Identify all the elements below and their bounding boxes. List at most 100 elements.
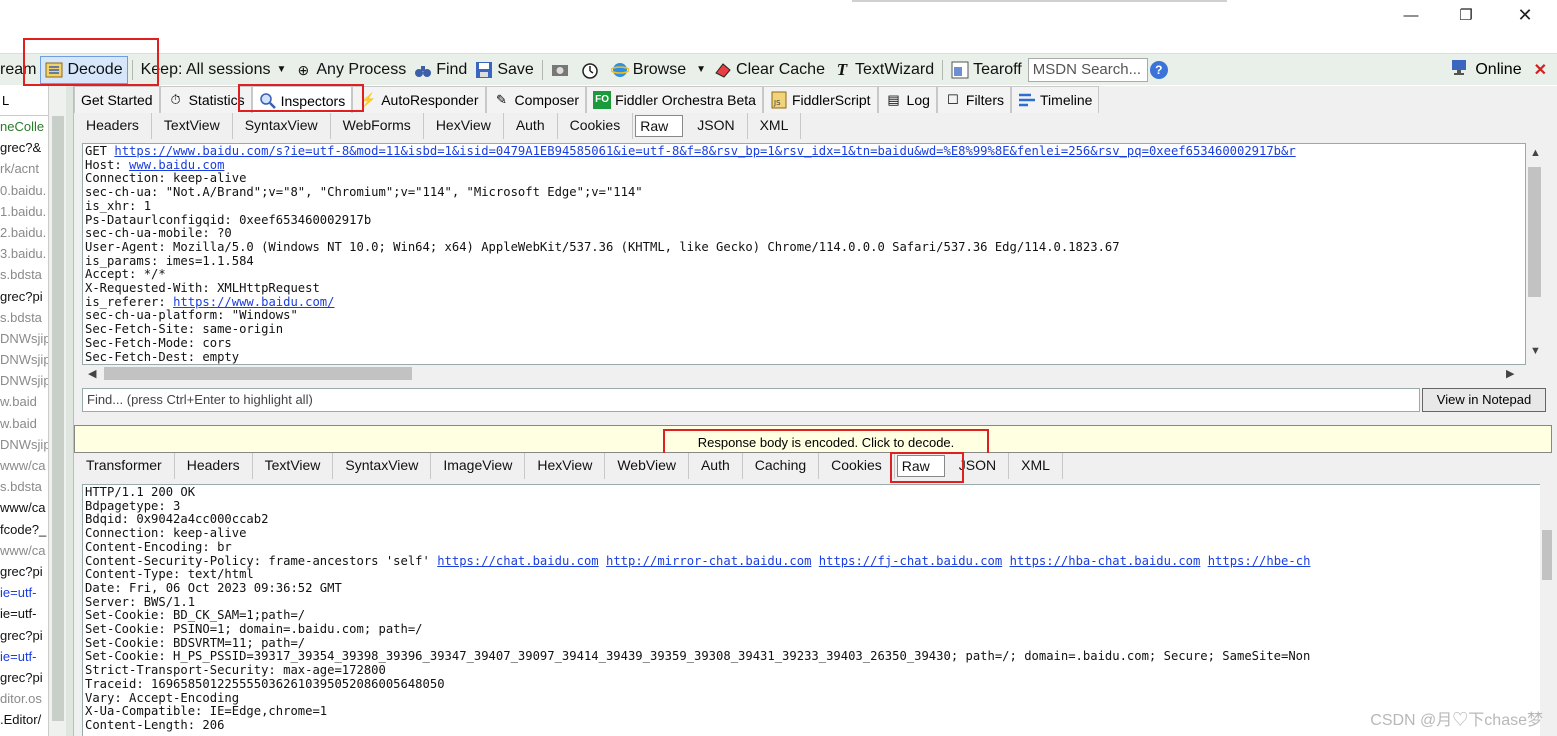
minimize-button[interactable]: — — [1388, 2, 1434, 28]
close-icon[interactable]: ✕ — [1534, 60, 1547, 80]
session-row[interactable]: DNWsjip — [0, 370, 48, 391]
session-row[interactable]: grec?pi — [0, 286, 48, 307]
response-tab-webview[interactable]: WebView — [605, 453, 689, 479]
request-tab-raw[interactable]: Raw — [635, 115, 684, 137]
tearoff-button[interactable]: Tearoff — [947, 56, 1026, 84]
scrollbar-thumb[interactable] — [1528, 167, 1541, 297]
host-link[interactable]: www.baidu.com — [129, 158, 224, 172]
find-button[interactable]: Find — [410, 56, 471, 84]
session-row[interactable]: neColle — [0, 116, 48, 137]
session-row[interactable]: DNWsjip — [0, 328, 48, 349]
tab-orchestra[interactable]: FO Fiddler Orchestra Beta — [586, 86, 763, 113]
msdn-search-input[interactable]: MSDN Search... — [1027, 57, 1148, 82]
chevron-right-icon[interactable]: ▶ — [1506, 367, 1514, 380]
online-status[interactable]: Online ✕ — [1451, 58, 1547, 81]
session-row[interactable]: ie=utf- — [0, 646, 48, 667]
tab-filters[interactable]: ☐ Filters — [936, 86, 1012, 113]
response-tab-caching[interactable]: Caching — [743, 453, 820, 479]
response-tab-headers[interactable]: Headers — [175, 453, 253, 479]
session-row[interactable]: grec?pi — [0, 561, 48, 582]
request-tab-hexview[interactable]: HexView — [424, 113, 504, 139]
any-process-button[interactable]: ⊕ Any Process — [290, 56, 410, 84]
session-row[interactable]: DNWsjip — [0, 349, 48, 370]
csp-link[interactable]: https://chat.baidu.com — [437, 554, 598, 568]
request-tab-xml[interactable]: XML — [748, 113, 802, 139]
browse-dropdown[interactable]: Browse ▼ — [607, 56, 710, 84]
session-row[interactable]: 0.baidu. — [0, 180, 48, 201]
session-row[interactable]: 1.baidu. — [0, 201, 48, 222]
csp-link[interactable]: http://mirror-chat.baidu.com — [606, 554, 811, 568]
session-row[interactable]: 3.baidu. — [0, 243, 48, 264]
session-row[interactable]: www/ca — [0, 497, 48, 518]
response-tab-auth[interactable]: Auth — [689, 453, 743, 479]
session-row[interactable]: w.baid — [0, 413, 48, 434]
request-vscroll[interactable]: ▲ ▼ — [1526, 143, 1543, 365]
request-url-link[interactable]: https://www.baidu.com/s?ie=utf-8&mod=11&… — [114, 144, 1295, 158]
referer-link[interactable]: https://www.baidu.com/ — [173, 295, 334, 309]
session-row[interactable]: www/ca — [0, 455, 48, 476]
timer-button[interactable] — [577, 56, 607, 84]
close-window-button[interactable]: ✕ — [1502, 2, 1548, 28]
response-tab-xml[interactable]: XML — [1009, 453, 1063, 479]
session-row[interactable]: s.bdsta — [0, 307, 48, 328]
decode-banner[interactable]: Response body is encoded. Click to decod… — [74, 425, 1552, 457]
request-tab-cookies[interactable]: Cookies — [558, 113, 634, 139]
save-button[interactable]: Save — [471, 56, 537, 84]
session-row[interactable]: ie=utf- — [0, 582, 48, 603]
response-tab-textview[interactable]: TextView — [253, 453, 334, 479]
maximize-button[interactable]: ❐ — [1443, 2, 1489, 28]
tab-timeline[interactable]: Timeline — [1011, 86, 1100, 113]
scrollbar-thumb[interactable] — [1542, 530, 1552, 580]
session-row[interactable]: s.bdsta — [0, 264, 48, 285]
scrollbar-thumb[interactable] — [52, 116, 64, 721]
session-list-header[interactable]: L — [0, 86, 48, 116]
find-input[interactable]: Find... (press Ctrl+Enter to highlight a… — [82, 388, 1420, 412]
tab-composer[interactable]: ✎ Composer — [485, 86, 587, 113]
request-tab-headers[interactable]: Headers — [74, 113, 152, 139]
chevron-down-icon[interactable]: ▼ — [1530, 345, 1541, 357]
response-tab-hexview[interactable]: HexView — [525, 453, 606, 479]
keep-sessions-dropdown[interactable]: Keep: All sessions ▼ — [137, 56, 291, 84]
request-tab-json[interactable]: JSON — [685, 113, 748, 139]
response-tab-cookies[interactable]: Cookies — [819, 453, 895, 479]
csp-link[interactable]: https://fj-chat.baidu.com — [819, 554, 1002, 568]
view-in-notepad-button[interactable]: View in Notepad — [1422, 388, 1546, 412]
session-row[interactable]: grec?pi — [0, 625, 48, 646]
session-row[interactable]: DNWsjip — [0, 434, 48, 455]
request-tab-textview[interactable]: TextView — [152, 113, 233, 139]
request-tab-syntaxview[interactable]: SyntaxView — [233, 113, 331, 139]
session-row[interactable]: w.baid — [0, 391, 48, 412]
csp-link[interactable]: https://hbe-ch — [1208, 554, 1311, 568]
session-row[interactable]: s.bdsta — [0, 476, 48, 497]
session-row[interactable]: fcode?_ — [0, 519, 48, 540]
scrollbar-thumb[interactable] — [104, 367, 412, 380]
session-row[interactable]: www/ca — [0, 540, 48, 561]
tab-autoresponder[interactable]: ⚡ AutoResponder — [352, 86, 486, 113]
session-row[interactable]: rk/acnt — [0, 158, 48, 179]
chevron-left-icon[interactable]: ◀ — [88, 367, 96, 380]
csp-link[interactable]: https://hba-chat.baidu.com — [1010, 554, 1201, 568]
tab-log[interactable]: ▤ Log — [877, 86, 937, 113]
response-vscroll[interactable] — [1540, 484, 1554, 736]
request-tab-auth[interactable]: Auth — [504, 113, 558, 139]
response-raw-text[interactable]: HTTP/1.1 200 OK Bdpagetype: 3 Bdqid: 0x9… — [82, 484, 1544, 736]
session-row[interactable]: grec?pi — [0, 667, 48, 688]
request-hscroll[interactable]: ◀ ▶ — [82, 365, 1526, 382]
session-row[interactable]: 2.baidu. — [0, 222, 48, 243]
tab-get-started[interactable]: Get Started — [74, 86, 160, 113]
textwizard-button[interactable]: T TextWizard — [829, 56, 938, 84]
session-row[interactable]: grec?& — [0, 137, 48, 158]
session-row[interactable]: ditor.os — [0, 688, 48, 709]
response-tab-imageview[interactable]: ImageView — [431, 453, 526, 479]
session-row[interactable]: .Editor/ — [0, 709, 48, 730]
response-tab-transformer[interactable]: Transformer — [74, 453, 175, 479]
help-icon[interactable]: ? — [1149, 60, 1168, 79]
pane-splitter[interactable] — [66, 86, 74, 736]
clear-cache-button[interactable]: Clear Cache — [710, 56, 829, 84]
session-list-scrollbar[interactable] — [48, 86, 66, 736]
request-tab-webforms[interactable]: WebForms — [331, 113, 424, 139]
response-tab-syntaxview[interactable]: SyntaxView — [333, 453, 432, 479]
chevron-up-icon[interactable]: ▲ — [1530, 147, 1541, 159]
session-row[interactable]: ie=utf- — [0, 603, 48, 624]
screenshot-button[interactable] — [547, 56, 577, 84]
